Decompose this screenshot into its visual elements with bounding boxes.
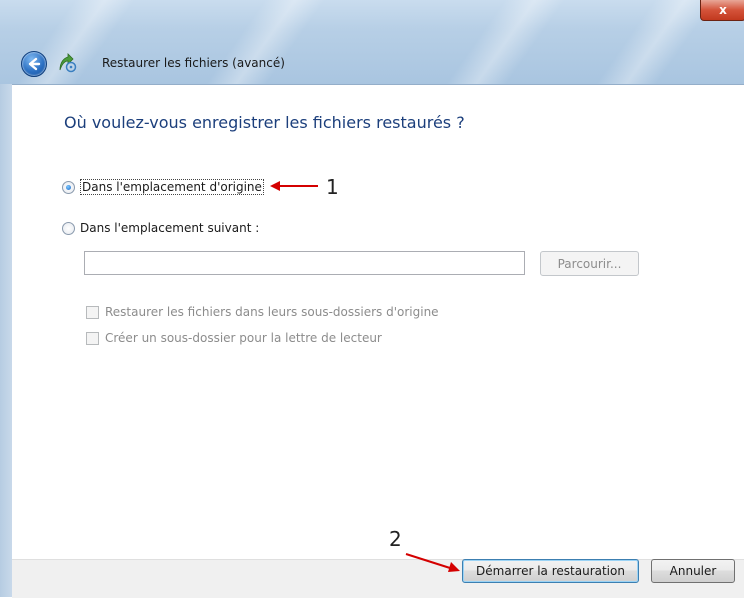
title-bar <box>0 0 744 84</box>
window-frame-left <box>0 84 12 597</box>
checkbox-restore-subfolders[interactable]: Restaurer les fichiers dans leurs sous-d… <box>86 305 439 319</box>
annotation-arrow-1 <box>270 181 318 191</box>
checkbox-restore-subfolders-label: Restaurer les fichiers dans leurs sous-d… <box>105 305 439 319</box>
start-restore-button[interactable]: Démarrer la restauration <box>462 559 639 583</box>
restore-files-icon <box>59 53 77 73</box>
cancel-button[interactable]: Annuler <box>651 559 735 583</box>
close-icon: x <box>719 3 727 17</box>
restore-files-window: x Restaurer les fichiers (avancé) Où vou… <box>0 0 744 598</box>
window-title: Restaurer les fichiers (avancé) <box>102 56 285 70</box>
browse-button[interactable]: Parcourir... <box>540 251 639 276</box>
radio-original-location[interactable]: Dans l'emplacement d'origine <box>62 179 264 195</box>
checkbox[interactable] <box>86 331 99 345</box>
radio-button[interactable] <box>62 180 75 194</box>
page-heading: Où voulez-vous enregistrer les fichiers … <box>64 113 465 132</box>
content-area <box>12 84 744 559</box>
annotation-number-2: 2 <box>389 527 402 551</box>
annotation-arrow-2 <box>405 553 460 572</box>
checkbox-drive-letter-subfolder-label: Créer un sous-dossier pour la lettre de … <box>105 331 382 345</box>
close-button[interactable]: x <box>700 0 744 21</box>
radio-original-location-label: Dans l'emplacement d'origine <box>80 179 264 195</box>
annotation-number-1: 1 <box>326 175 339 199</box>
checkbox[interactable] <box>86 305 99 319</box>
location-path-input[interactable] <box>84 251 525 275</box>
back-arrow-icon <box>28 57 41 71</box>
radio-button[interactable] <box>62 221 75 235</box>
radio-following-location-label: Dans l'emplacement suivant : <box>80 221 260 235</box>
back-button[interactable] <box>21 51 47 77</box>
checkbox-drive-letter-subfolder[interactable]: Créer un sous-dossier pour la lettre de … <box>86 331 382 345</box>
radio-following-location[interactable]: Dans l'emplacement suivant : <box>62 221 259 235</box>
